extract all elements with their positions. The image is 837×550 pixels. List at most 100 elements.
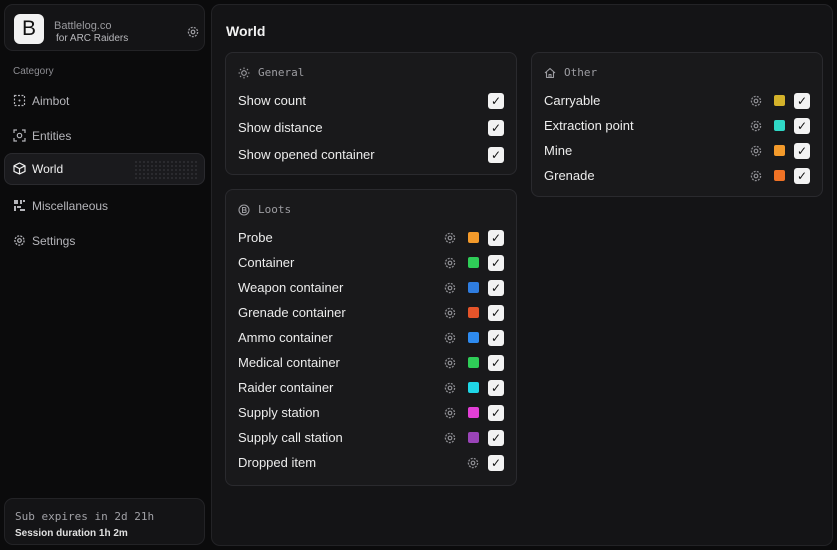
other-label: Grenade — [544, 168, 595, 183]
sidebar-item-miscellaneous[interactable]: Miscellaneous — [4, 190, 205, 222]
sidebar-item-label: Miscellaneous — [32, 199, 109, 213]
option-label: Show opened container — [238, 147, 375, 162]
loot-row: Probe ✓ — [238, 229, 504, 247]
loot-checkbox[interactable]: ✓ — [488, 330, 504, 346]
loot-checkbox[interactable]: ✓ — [488, 305, 504, 321]
option-row: Show distance ✓ — [238, 119, 504, 137]
loot-checkbox[interactable]: ✓ — [488, 380, 504, 396]
option-row: Show count ✓ — [238, 92, 504, 110]
loot-checkbox[interactable]: ✓ — [488, 230, 504, 246]
gear-icon[interactable] — [466, 456, 480, 470]
coin-icon — [238, 204, 250, 216]
brand-subtitle: for ARC Raiders — [56, 33, 129, 44]
other-label: Mine — [544, 143, 573, 158]
color-swatch[interactable] — [468, 307, 479, 318]
other-label: Carryable — [544, 93, 601, 108]
other-checkbox[interactable]: ✓ — [794, 168, 810, 184]
show-distance-checkbox[interactable]: ✓ — [488, 120, 504, 136]
color-swatch[interactable] — [774, 120, 785, 131]
color-swatch[interactable] — [468, 332, 479, 343]
other-checkbox[interactable]: ✓ — [794, 93, 810, 109]
loot-row: Supply station ✓ — [238, 404, 504, 422]
loot-row: Container ✓ — [238, 254, 504, 272]
sidebar-item-world[interactable]: World — [4, 153, 205, 185]
brand-settings-gear-icon[interactable] — [186, 25, 200, 39]
gear-icon[interactable] — [443, 306, 457, 320]
gear-icon[interactable] — [749, 94, 763, 108]
loot-label: Grenade container — [238, 305, 346, 320]
dot-pattern — [134, 160, 198, 180]
loot-row: Dropped item ✓ — [238, 454, 504, 472]
loot-checkbox[interactable]: ✓ — [488, 405, 504, 421]
other-row: Carryable ✓ — [544, 92, 810, 110]
color-swatch[interactable] — [774, 95, 785, 106]
category-label: Category — [13, 66, 54, 77]
gear-icon[interactable] — [443, 231, 457, 245]
gear-icon[interactable] — [443, 356, 457, 370]
home-icon — [544, 67, 556, 79]
cube-icon — [13, 162, 26, 175]
loot-label: Ammo container — [238, 330, 333, 345]
show-count-checkbox[interactable]: ✓ — [488, 93, 504, 109]
loot-label: Weapon container — [238, 280, 344, 295]
loot-checkbox[interactable]: ✓ — [488, 280, 504, 296]
gear-icon[interactable] — [443, 256, 457, 270]
color-swatch[interactable] — [468, 407, 479, 418]
loot-checkbox[interactable]: ✓ — [488, 430, 504, 446]
sidebar-item-label: Aimbot — [32, 94, 70, 108]
color-swatch[interactable] — [774, 170, 785, 181]
sub-expires-text: Sub expires in 2d 21h — [15, 510, 155, 523]
brand-logo: B — [14, 14, 44, 44]
color-swatch[interactable] — [468, 382, 479, 393]
color-swatch[interactable] — [468, 282, 479, 293]
loots-title: Loots — [258, 203, 292, 216]
other-panel: Other Carryable ✓ Extraction point ✓ Min… — [531, 52, 823, 197]
subscription-footer: Sub expires in 2d 21h Session duration 1… — [4, 498, 205, 545]
color-swatch[interactable] — [468, 357, 479, 368]
gear-icon — [13, 234, 26, 247]
loot-label: Supply call station — [238, 430, 343, 445]
option-label: Show count — [238, 93, 306, 108]
loot-label: Dropped item — [238, 455, 317, 470]
sidebar-item-settings[interactable]: Settings — [4, 225, 205, 257]
gear-icon[interactable] — [443, 431, 457, 445]
session-duration-text: Session duration 1h 2m — [15, 528, 128, 539]
gear-icon[interactable] — [749, 144, 763, 158]
color-swatch[interactable] — [468, 232, 479, 243]
loot-checkbox[interactable]: ✓ — [488, 355, 504, 371]
loot-row: Raider container ✓ — [238, 379, 504, 397]
loot-checkbox[interactable]: ✓ — [488, 255, 504, 271]
loot-row: Weapon container ✓ — [238, 279, 504, 297]
gear-icon[interactable] — [443, 331, 457, 345]
page-title: World — [226, 23, 266, 39]
sidebar-item-entities[interactable]: Entities — [4, 120, 205, 152]
other-row: Grenade ✓ — [544, 167, 810, 185]
other-checkbox[interactable]: ✓ — [794, 143, 810, 159]
gear-icon[interactable] — [443, 281, 457, 295]
loot-checkbox[interactable]: ✓ — [488, 455, 504, 471]
loot-label: Raider container — [238, 380, 334, 395]
gear-icon[interactable] — [443, 381, 457, 395]
loot-row: Medical container ✓ — [238, 354, 504, 372]
other-title: Other — [564, 66, 598, 79]
other-label: Extraction point — [544, 118, 634, 133]
gear-icon[interactable] — [749, 119, 763, 133]
sidebar-item-aimbot[interactable]: Aimbot — [4, 85, 205, 117]
main-panel: World General Show count ✓ Show distance… — [211, 4, 833, 546]
sidebar-item-label: Entities — [32, 129, 72, 143]
color-swatch[interactable] — [468, 257, 479, 268]
loot-row: Ammo container ✓ — [238, 329, 504, 347]
option-label: Show distance — [238, 120, 323, 135]
grid-icon — [13, 199, 26, 212]
brand-name: Battlelog.co — [54, 20, 112, 32]
show-opened-container-checkbox[interactable]: ✓ — [488, 147, 504, 163]
other-checkbox[interactable]: ✓ — [794, 118, 810, 134]
other-row: Mine ✓ — [544, 142, 810, 160]
gear-icon[interactable] — [443, 406, 457, 420]
loot-label: Supply station — [238, 405, 320, 420]
color-swatch[interactable] — [468, 432, 479, 443]
gear-icon[interactable] — [749, 169, 763, 183]
sidebar: B Battlelog.co for ARC Raiders Category … — [0, 0, 210, 550]
loot-label: Probe — [238, 230, 273, 245]
color-swatch[interactable] — [774, 145, 785, 156]
